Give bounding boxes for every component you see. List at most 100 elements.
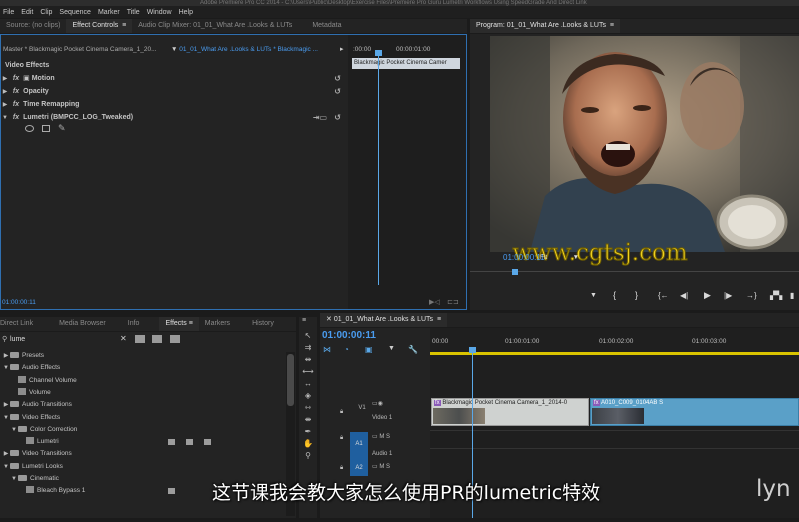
reset-icon[interactable]: ↺ <box>334 72 341 85</box>
add-marker-icon[interactable]: ▼ <box>388 345 395 352</box>
step-forward-icon[interactable]: |▶ <box>724 291 732 300</box>
zoom-tool-icon[interactable]: ⚲ <box>301 450 315 461</box>
tab-direct-link[interactable]: Direct Link <box>0 317 39 331</box>
video-clip-1[interactable]: fx Blackmagic Pocket Cinema Camera_1_201… <box>431 398 589 426</box>
pen-mask-icon[interactable]: ✎ <box>58 123 66 134</box>
fx-icon[interactable]: fx <box>13 75 19 82</box>
snap-icon[interactable]: ⋈ <box>323 345 331 354</box>
clear-search-icon[interactable]: ✕ <box>120 334 127 343</box>
program-ruler[interactable] <box>470 271 799 272</box>
ripple-edit-tool-icon[interactable]: ⇹ <box>301 354 315 365</box>
fx-icon[interactable]: fx <box>13 88 19 95</box>
scrollbar-thumb[interactable] <box>287 354 294 406</box>
program-video-frame[interactable] <box>490 36 799 252</box>
work-area-bar[interactable] <box>430 352 799 355</box>
tab-source[interactable]: Source: (no clips) <box>0 19 66 33</box>
collapse-icon[interactable]: ▼ <box>2 461 10 473</box>
tab-program[interactable]: Program: 01_01_What Are .Looks & LUTs ≡ <box>470 19 620 33</box>
mark-out-icon[interactable]: } <box>635 290 638 300</box>
track-target-a2[interactable]: A2 <box>352 462 366 474</box>
effects-tree-item[interactable]: ▶ Presets <box>2 350 44 362</box>
playhead-line[interactable] <box>378 51 379 285</box>
nest-icon[interactable]: ▣ <box>365 345 373 354</box>
tab-media-browser[interactable]: Media Browser <box>39 317 112 331</box>
expand-icon[interactable]: ▶ <box>2 350 10 362</box>
collapse-icon[interactable]: ▼ <box>10 424 18 436</box>
ellipse-mask-icon[interactable] <box>25 125 34 132</box>
audio-output-icon[interactable]: ▭ M S <box>372 461 390 473</box>
tab-markers[interactable]: Markers <box>199 317 236 331</box>
reset-icon[interactable]: ↺ <box>334 85 341 98</box>
mark-in-icon[interactable]: { <box>613 290 616 300</box>
tab-metadata[interactable]: Metadata <box>298 19 347 33</box>
razor-tool-icon[interactable]: ◈ <box>301 390 315 401</box>
rectangle-mask-icon[interactable] <box>42 125 50 132</box>
track-lock-icon[interactable]: 🔒︎ <box>340 432 343 444</box>
video-clip-2[interactable]: fx A010_C009_0104AB S <box>590 398 799 426</box>
effect-row-lumetri[interactable]: ▼ fx Lumetri (BMPCC_LOG_Tweaked) ⇥▭ ↺ <box>1 111 347 124</box>
track-target-v1[interactable]: V1 <box>352 402 372 414</box>
track-lock-icon[interactable]: 🔒︎ <box>340 406 343 418</box>
filter-icon[interactable]: ▶◁ <box>429 298 440 306</box>
menu-window[interactable]: Window <box>147 9 172 16</box>
menu-clip[interactable]: Clip <box>40 9 52 16</box>
track-target-a1[interactable]: A1 <box>352 438 366 450</box>
collapse-icon[interactable]: ▼ <box>1 112 9 125</box>
effects-tree-item[interactable]: ▼ Video Effects <box>2 412 60 424</box>
effect-row-time-remapping[interactable]: ▶ fx Time Remapping <box>1 98 347 111</box>
close-tab-icon[interactable]: ✕ <box>326 316 332 323</box>
setup-icon[interactable]: ⇥▭ <box>313 111 327 124</box>
tab-history[interactable]: History <box>236 317 280 331</box>
hand-tool-icon[interactable]: ✋ <box>301 438 315 449</box>
effects-tree-item[interactable]: Lumetri <box>18 436 59 448</box>
tab-effects[interactable]: Effects ≡ <box>159 317 199 331</box>
play-only-icon[interactable]: ▸ <box>340 45 344 53</box>
effect-row-motion[interactable]: ▶ fx ▣ Motion ↺ <box>1 72 347 85</box>
go-to-in-icon[interactable]: {← <box>658 291 669 300</box>
collapse-icon[interactable]: ▼ <box>2 362 10 374</box>
panel-menu-icon[interactable]: ≡ <box>189 320 193 327</box>
effects-tree-item[interactable]: ▼ Audio Effects <box>2 362 60 374</box>
track-lock-icon[interactable]: 🔒︎ <box>340 462 343 474</box>
tab-sequence[interactable]: ✕ 01_01_What Are .Looks & LUTs ≡ <box>320 313 448 327</box>
menu-edit[interactable]: Edit <box>21 9 33 16</box>
extract-icon[interactable]: ▮ <box>790 291 794 300</box>
effects-tree-item[interactable]: Volume <box>10 387 51 399</box>
slide-tool-icon[interactable]: ⇼ <box>301 414 315 425</box>
step-back-icon[interactable]: ◀| <box>680 291 688 300</box>
tab-info[interactable]: Info <box>112 317 146 331</box>
rolling-edit-tool-icon[interactable]: ⟷ <box>301 366 315 377</box>
effect-timeline-area[interactable]: :00:00 00:00:01:00 Blackmagic Pocket Cin… <box>348 35 466 309</box>
tools-menu-icon[interactable]: ≡ <box>302 317 306 324</box>
linked-selection-icon[interactable]: ◔ <box>344 345 349 354</box>
effects-tree-item[interactable]: ▶ Video Transitions <box>2 448 72 460</box>
program-timecode[interactable]: 01:00:00:11 <box>503 253 545 262</box>
accelerated-effects-icon[interactable] <box>135 335 145 343</box>
slip-tool-icon[interactable]: ⇿ <box>301 402 315 413</box>
add-marker-icon[interactable]: ▼ <box>590 292 597 299</box>
pen-tool-icon[interactable]: ✒ <box>301 426 315 437</box>
tab-effect-controls[interactable]: Effect Controls ≡ <box>66 19 133 33</box>
fx-icon[interactable]: fx <box>13 114 19 121</box>
audio-output-icon[interactable]: ▭ M S <box>372 431 390 443</box>
sequence-clip-label[interactable]: ▼ 01_01_What Are .Looks & LUTs * Blackma… <box>171 46 318 53</box>
selection-tool-icon[interactable]: ↖ <box>301 330 315 341</box>
reset-icon[interactable]: ↺ <box>334 111 341 124</box>
play-icon[interactable]: ▶ <box>704 290 711 301</box>
effect-controls-timecode[interactable]: 01:00:00:11 <box>2 299 36 306</box>
collapse-icon[interactable]: ▼ <box>10 473 18 485</box>
effects-tree-item[interactable]: ▼ Color Correction <box>10 424 77 436</box>
export-icon[interactable]: ⊏⊐ <box>447 298 459 306</box>
yuv-effects-icon[interactable] <box>170 335 180 343</box>
fit-select[interactable]: Fit ▼ <box>540 252 580 263</box>
lift-icon[interactable]: ▞▚ <box>770 291 782 300</box>
menu-sequence[interactable]: Sequence <box>59 9 91 16</box>
panel-menu-icon[interactable]: ≡ <box>610 22 614 29</box>
effects-tree-item[interactable]: ▶ Audio Transitions <box>2 399 72 411</box>
playhead-handle[interactable] <box>375 50 382 56</box>
effects-tree-item[interactable]: Bleach Bypass 1 <box>18 485 85 497</box>
menu-help[interactable]: Help <box>179 9 193 16</box>
menu-file[interactable]: File <box>3 9 14 16</box>
timeline-timecode[interactable]: 01:00:00:11 <box>322 330 376 341</box>
rate-stretch-tool-icon[interactable]: ↔ <box>301 378 315 389</box>
